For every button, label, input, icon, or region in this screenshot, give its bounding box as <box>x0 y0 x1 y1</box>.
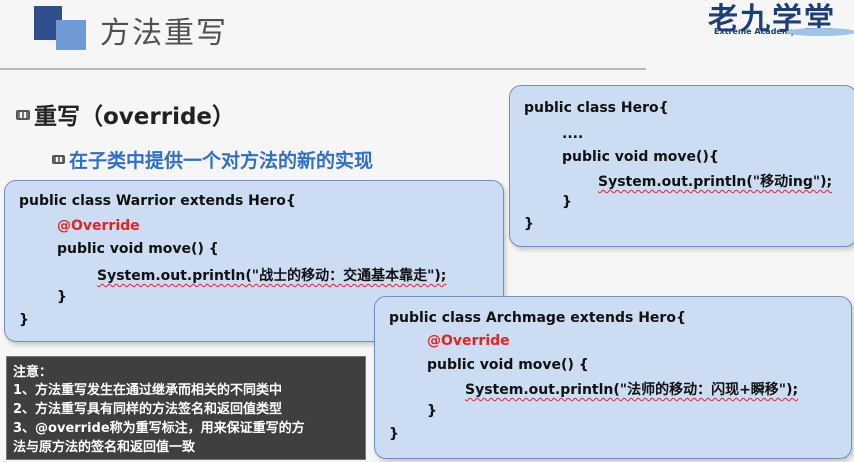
code-line: .... <box>562 126 584 142</box>
note-line: 2、方法重写具有同样的方法签名和返回值类型 <box>13 402 283 417</box>
code-line: } <box>562 194 572 210</box>
note-box: 注意： 1、方法重写发生在通过继承而相关的不同类中 2、方法重写具有同样的方法签… <box>6 356 366 460</box>
heading: 重写（override） <box>16 97 235 131</box>
code-line: public class Hero{ <box>524 100 669 116</box>
note-title: 注意： <box>13 365 53 380</box>
bullet-icon <box>52 155 65 164</box>
title-decoration-light <box>56 20 86 50</box>
code-line: System.out.println("战士的移动：交通基本靠走"); <box>97 268 447 284</box>
bullet-icon <box>16 109 30 120</box>
slide-title: 方法重写 <box>100 16 228 51</box>
code-line: System.out.println("移动ing"); <box>598 174 833 190</box>
hero-code-box: public class Hero{ .... public void move… <box>509 85 854 247</box>
code-line: public void move() { <box>427 357 589 373</box>
code-line: public class Warrior extends Hero{ <box>19 193 296 209</box>
code-line: } <box>389 426 399 442</box>
code-line: } <box>57 289 67 305</box>
code-line: public class Archmage extends Hero{ <box>389 310 686 326</box>
code-line-annotation: @Override <box>57 218 140 234</box>
logo-subtitle: Extreme Academy <box>714 27 796 36</box>
header-divider <box>0 68 646 70</box>
code-line: public void move() { <box>57 241 219 257</box>
code-line: System.out.println("法师的移动：闪现+瞬移"); <box>465 382 799 398</box>
note-line: 1、方法重写发生在通过继承而相关的不同类中 <box>13 383 283 398</box>
code-line: } <box>524 216 534 232</box>
logo-wave <box>786 28 854 36</box>
note-line: 3、@override称为重写标注，用来保证重写的方 <box>13 421 305 436</box>
code-line: public void move(){ <box>562 149 719 165</box>
subheading: 在子类中提供一个对方法的新的实现 <box>52 146 373 173</box>
code-line-annotation: @Override <box>427 333 510 349</box>
code-line: } <box>427 403 437 419</box>
archmage-code-box: public class Archmage extends Hero{ @Ove… <box>374 296 852 459</box>
note-line: 法与原方法的签名和返回值一致 <box>13 440 196 455</box>
logo: 老九学堂 Extreme Academy <box>700 0 854 42</box>
heading-text: 重写（override） <box>34 104 236 130</box>
code-line: } <box>19 312 29 328</box>
subheading-text: 在子类中提供一个对方法的新的实现 <box>69 150 374 172</box>
